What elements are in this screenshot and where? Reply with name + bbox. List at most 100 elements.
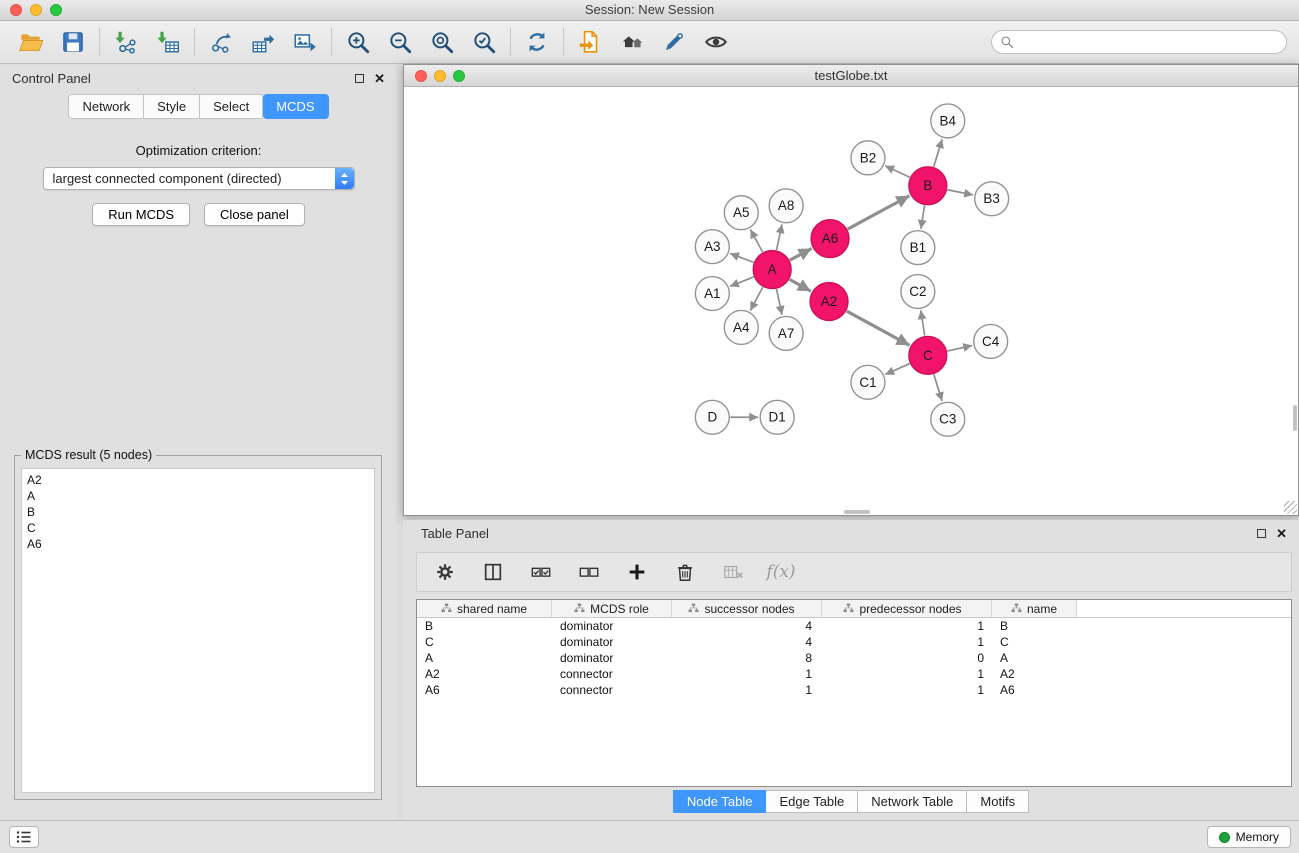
tab-node-table[interactable]: Node Table	[673, 790, 767, 813]
graph-node-C[interactable]: C	[909, 336, 947, 374]
table-row[interactable]: Cdominator41C	[417, 634, 1291, 650]
graph-node-B1[interactable]: B1	[901, 231, 935, 265]
close-panel-icon[interactable]: ✕	[374, 72, 385, 85]
zoom-in-button[interactable]	[337, 24, 379, 60]
graph-node-A7[interactable]: A7	[769, 316, 803, 350]
graph-edge-A6-B[interactable]	[848, 196, 910, 229]
graph-node-A5[interactable]: A5	[724, 196, 758, 230]
graph-node-A1[interactable]: A1	[695, 277, 729, 311]
mcds-result-item[interactable]: C	[27, 520, 369, 536]
graph-edge-C-C3[interactable]	[934, 374, 942, 401]
network-canvas[interactable]: B4 B2 B B3 A5 A8A6 A3 B1 A C2 A1 A2 A4 A7 C4 C C1 D D1 C3	[404, 88, 1298, 515]
graph-node-A2[interactable]: A2	[810, 283, 848, 321]
add-column-button[interactable]	[623, 558, 651, 586]
graph-edge-C-C2[interactable]	[921, 310, 925, 335]
graph-edge-C-C4[interactable]	[947, 345, 972, 351]
network-zoom-button[interactable]	[453, 70, 465, 82]
close-table-panel-icon[interactable]: ✕	[1276, 527, 1287, 540]
mcds-result-item[interactable]: A2	[27, 472, 369, 488]
graph-edge-A2-C[interactable]	[847, 311, 910, 345]
table-row[interactable]: A6connector11A6	[417, 682, 1291, 698]
graph-edge-B-B1[interactable]	[921, 205, 925, 228]
graph-node-C2[interactable]: C2	[901, 275, 935, 309]
graph-node-C3[interactable]: C3	[931, 402, 965, 436]
graph-edge-A-A3[interactable]	[730, 253, 754, 262]
export-network-button[interactable]	[200, 24, 242, 60]
select-columns-button[interactable]	[479, 558, 507, 586]
graph-node-A8[interactable]: A8	[769, 189, 803, 223]
delete-column-button[interactable]	[671, 558, 699, 586]
tab-edge-table[interactable]: Edge Table	[766, 790, 858, 813]
zoom-selected-button[interactable]	[463, 24, 505, 60]
optimization-dropdown[interactable]: largest connected component (directed)	[43, 167, 355, 190]
graph-node-A3[interactable]: A3	[695, 230, 729, 264]
graph-node-B4[interactable]: B4	[931, 104, 965, 138]
graph-node-A4[interactable]: A4	[724, 310, 758, 344]
table-row[interactable]: A2connector11A2	[417, 666, 1291, 682]
graph-edge-A-A5[interactable]	[750, 229, 762, 252]
graph-node-D[interactable]: D	[695, 400, 729, 434]
refresh-layout-button[interactable]	[516, 24, 558, 60]
graph-edge-B-B3[interactable]	[947, 190, 973, 195]
vertical-scroll-nub[interactable]	[1293, 405, 1297, 431]
float-panel-icon[interactable]	[355, 74, 364, 83]
tab-style[interactable]: Style	[144, 94, 200, 119]
open-session-button[interactable]	[10, 24, 52, 60]
column-header[interactable]: MCDS role	[552, 600, 672, 617]
table-row[interactable]: Bdominator41B	[417, 618, 1291, 634]
graph-edge-A-A1[interactable]	[730, 277, 754, 286]
column-header[interactable]: shared name	[417, 600, 552, 617]
mcds-result-item[interactable]: A	[27, 488, 369, 504]
export-image-button[interactable]	[284, 24, 326, 60]
open-in-browser-button[interactable]	[569, 24, 611, 60]
graph-node-C4[interactable]: C4	[974, 324, 1008, 358]
graph-node-D1[interactable]: D1	[760, 400, 794, 434]
mcds-result-item[interactable]: B	[27, 504, 369, 520]
run-mcds-button[interactable]: Run MCDS	[92, 203, 190, 226]
close-window-button[interactable]	[10, 4, 22, 16]
column-header[interactable]: name	[992, 600, 1077, 617]
graph-edge-A-A6[interactable]	[790, 249, 812, 261]
zoom-window-button[interactable]	[50, 4, 62, 16]
graph-edge-A-A4[interactable]	[750, 287, 763, 311]
search-input[interactable]	[991, 30, 1287, 54]
graph-node-B3[interactable]: B3	[975, 182, 1009, 216]
resize-grip[interactable]	[1284, 501, 1297, 514]
delete-table-button-disabled[interactable]	[719, 558, 747, 586]
graph-node-A[interactable]: A	[753, 251, 791, 289]
import-table-button[interactable]	[147, 24, 189, 60]
graph-node-B2[interactable]: B2	[851, 141, 885, 175]
column-header[interactable]: predecessor nodes	[822, 600, 992, 617]
close-panel-button[interactable]: Close panel	[204, 203, 305, 226]
graph-edge-A-A8[interactable]	[776, 224, 782, 250]
import-network-button[interactable]	[105, 24, 147, 60]
network-minimize-button[interactable]	[434, 70, 446, 82]
tab-select[interactable]: Select	[200, 94, 263, 119]
graph-edge-A-A2[interactable]	[790, 279, 811, 291]
toggle-visibility-button[interactable]	[695, 24, 737, 60]
network-close-button[interactable]	[415, 70, 427, 82]
minimize-window-button[interactable]	[30, 4, 42, 16]
tab-motifs[interactable]: Motifs	[967, 790, 1029, 813]
show-panels-button[interactable]	[611, 24, 653, 60]
graph-edge-B-B4[interactable]	[934, 139, 942, 167]
graph-node-B[interactable]: B	[909, 167, 947, 205]
zoom-fit-button[interactable]	[421, 24, 463, 60]
horizontal-scroll-nub[interactable]	[844, 510, 870, 514]
mcds-result-list[interactable]: A2ABCA6	[21, 468, 375, 793]
graph-node-C1[interactable]: C1	[851, 365, 885, 399]
graph-edge-A-A7[interactable]	[776, 289, 782, 315]
zoom-out-button[interactable]	[379, 24, 421, 60]
function-builder-button-disabled[interactable]: f(x)	[767, 558, 795, 586]
table-settings-button[interactable]	[431, 558, 459, 586]
select-all-rows-button[interactable]	[527, 558, 555, 586]
graph-edge-C-C1[interactable]	[885, 364, 909, 375]
export-table-button[interactable]	[242, 24, 284, 60]
tab-network-table[interactable]: Network Table	[858, 790, 967, 813]
task-history-button[interactable]	[9, 826, 39, 848]
graph-node-A6[interactable]: A6	[811, 220, 849, 258]
graph-edge-B-B2[interactable]	[885, 166, 910, 177]
memory-button[interactable]: Memory	[1207, 826, 1291, 848]
mcds-result-item[interactable]: A6	[27, 536, 369, 552]
table-row[interactable]: Adominator80A	[417, 650, 1291, 666]
